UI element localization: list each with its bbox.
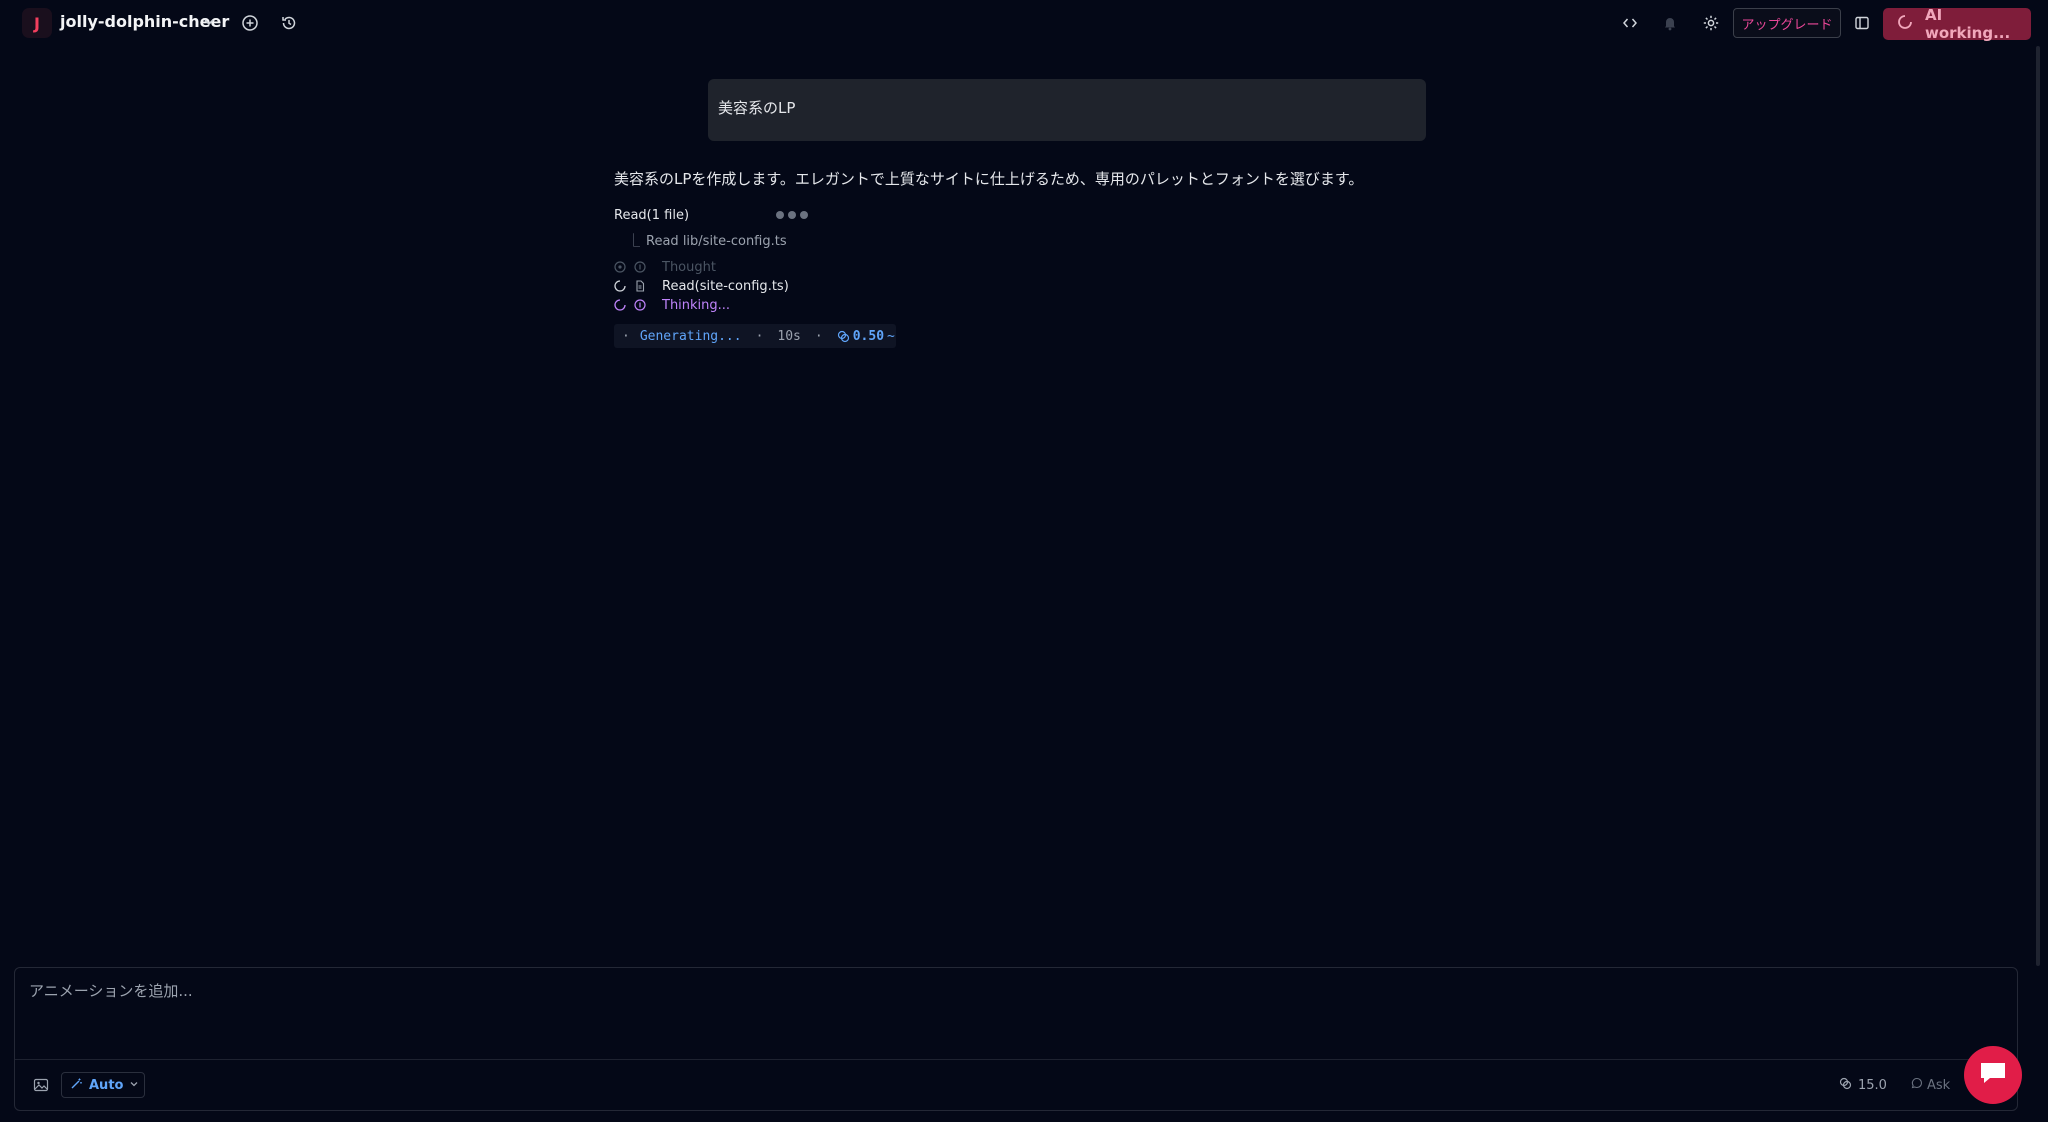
- check-circle-icon: [614, 260, 628, 274]
- more-options-icon[interactable]: [776, 211, 808, 219]
- generation-status-bar: · Generating... · 10s · 0.50 ~: [614, 324, 896, 348]
- user-message-bubble: 美容系のLP: [708, 79, 1426, 141]
- model-select[interactable]: Auto: [61, 1072, 145, 1098]
- cost-value: 0.50: [852, 328, 885, 344]
- assistant-message: 美容系のLPを作成します。エレガントで上質なサイトに仕上げるため、専用のパレット…: [614, 170, 1364, 188]
- ai-working-label: AI working...: [1925, 6, 2011, 42]
- spinner-icon: [614, 298, 628, 312]
- step-label: Thought: [662, 259, 716, 275]
- ask-mode-toggle[interactable]: Ask: [1911, 1077, 1950, 1093]
- separator: ·: [622, 328, 630, 344]
- spinner-icon: [614, 279, 628, 293]
- history-icon[interactable]: [278, 12, 300, 34]
- chevron-down-icon: [129, 1078, 139, 1093]
- ai-working-button[interactable]: AI working...: [1883, 6, 2031, 42]
- credit-value: 15.0: [1858, 1078, 1887, 1093]
- divider: [15, 1059, 2017, 1060]
- coin-icon: [837, 330, 850, 343]
- project-avatar[interactable]: J: [22, 8, 52, 38]
- file-icon: [634, 279, 648, 293]
- step-thought: Thought: [614, 258, 716, 276]
- prompt-input[interactable]: [29, 982, 1929, 1000]
- separator: ·: [814, 328, 823, 344]
- upgrade-button[interactable]: アップグレード: [1733, 8, 1841, 38]
- bell-icon[interactable]: [1659, 12, 1681, 34]
- credit-balance: 15.0: [1839, 1077, 1887, 1094]
- chat-icon: [1978, 1060, 2008, 1090]
- tree-branch-icon: ⎿: [627, 234, 641, 249]
- user-message-text: 美容系のLP: [718, 99, 796, 117]
- step-label: Read(site-config.ts): [662, 278, 789, 294]
- read-group-item: ⎿ Read lib/site-config.ts: [627, 234, 787, 249]
- read-group-title[interactable]: Read(1 file): [614, 208, 689, 223]
- tilde: ~: [887, 328, 895, 344]
- image-upload-icon[interactable]: [33, 1077, 51, 1095]
- new-chat-icon[interactable]: [239, 12, 261, 34]
- sidebar-toggle-icon[interactable]: [1851, 12, 1873, 34]
- gear-icon[interactable]: [1700, 12, 1722, 34]
- model-label: Auto: [89, 1077, 124, 1093]
- wand-icon: [70, 1077, 83, 1094]
- top-bar: J jolly-dolphin-cheer アップグレード AI working…: [0, 0, 2048, 46]
- spinner-icon: [1897, 14, 1913, 34]
- elapsed-time: 10s: [777, 328, 801, 344]
- coin-icon: [1839, 1077, 1852, 1094]
- generating-label: Generating...: [639, 328, 742, 344]
- chevron-down-icon[interactable]: [202, 14, 216, 33]
- step-label: Thinking...: [662, 297, 731, 313]
- composer: Auto 15.0 Ask: [14, 967, 2018, 1111]
- ask-label: Ask: [1927, 1077, 1951, 1093]
- brain-icon: [634, 298, 648, 312]
- brain-icon: [634, 260, 648, 274]
- step-thinking: Thinking...: [614, 296, 730, 314]
- scrollbar[interactable]: [2036, 46, 2040, 966]
- code-icon[interactable]: [1619, 12, 1641, 34]
- separator: ·: [755, 328, 764, 344]
- step-read: Read(site-config.ts): [614, 277, 789, 295]
- chat-bubble-icon: [1911, 1077, 1923, 1093]
- support-chat-button[interactable]: [1964, 1046, 2022, 1104]
